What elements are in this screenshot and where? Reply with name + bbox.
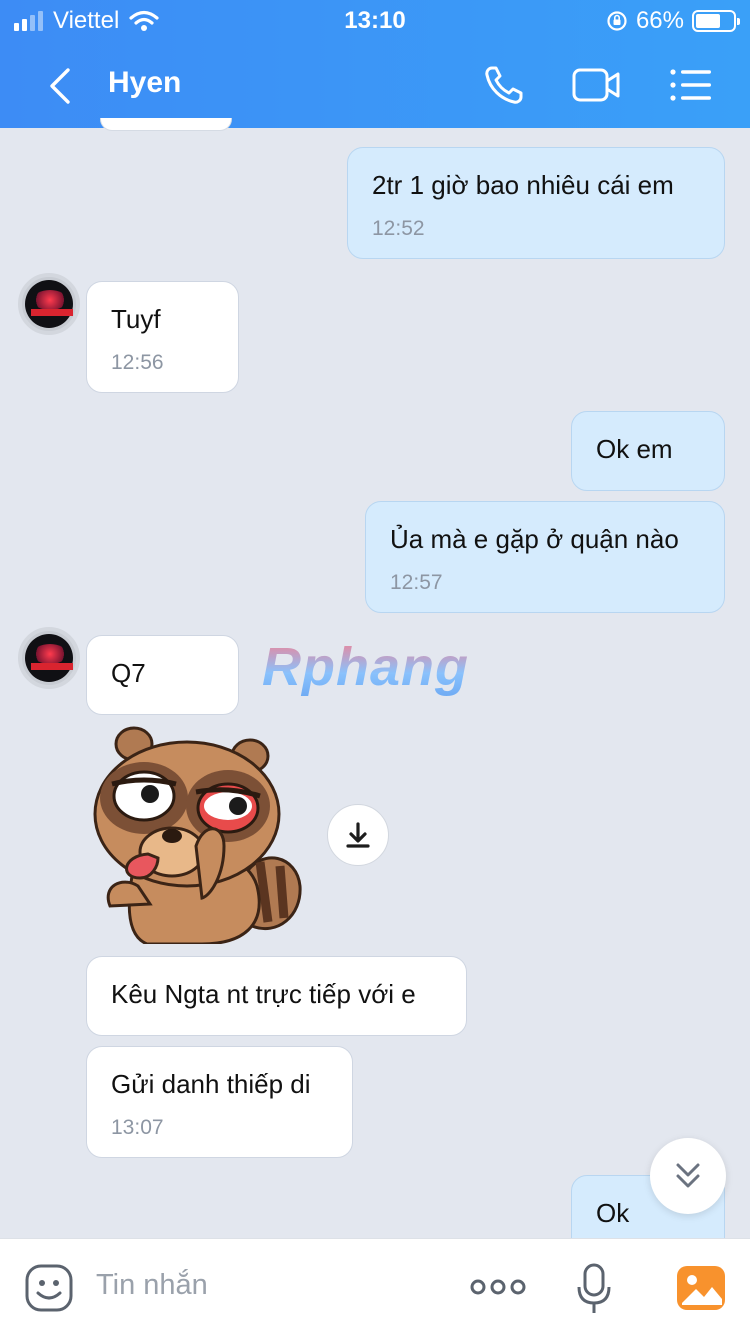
chat-header: Hyen bbox=[0, 42, 750, 128]
scroll-to-bottom-button[interactable] bbox=[650, 1138, 726, 1214]
watermark: Rphang bbox=[262, 637, 469, 697]
more-dots-icon[interactable] bbox=[470, 1275, 526, 1299]
status-right: 66% bbox=[606, 7, 740, 35]
top-bar: Viettel 13:10 66% Hyen bbox=[0, 0, 750, 128]
message-bubble[interactable]: 2tr 1 giờ bao nhiêu cái em 12:52 bbox=[347, 147, 725, 259]
message-input[interactable]: Tin nhắn bbox=[96, 1269, 208, 1302]
message-text: 2tr 1 giờ bao nhiêu cái em bbox=[372, 170, 674, 200]
battery-percent: 66% bbox=[635, 7, 684, 34]
message-bubble[interactable]: Ok em bbox=[571, 411, 725, 491]
message-text: Tuyf bbox=[111, 304, 161, 334]
photo-gallery-icon[interactable] bbox=[676, 1265, 726, 1311]
avatar[interactable] bbox=[18, 627, 80, 689]
battery-icon bbox=[692, 10, 740, 32]
message-bubble[interactable]: Q7 bbox=[86, 635, 239, 715]
message-time: 12:57 bbox=[390, 571, 443, 594]
message-bubble[interactable]: Kêu Ngta nt trực tiếp với e bbox=[86, 956, 467, 1036]
emoji-icon[interactable] bbox=[24, 1263, 74, 1313]
chat-title[interactable]: Hyen bbox=[108, 66, 181, 100]
microphone-icon[interactable] bbox=[574, 1261, 614, 1317]
tanuki-tongue-sticker[interactable] bbox=[92, 726, 304, 944]
avatar[interactable] bbox=[18, 273, 80, 335]
message-text: Ok em bbox=[596, 434, 673, 464]
composer-bar: Tin nhắn bbox=[0, 1238, 750, 1335]
status-bar: Viettel 13:10 66% bbox=[0, 0, 750, 42]
message-time: 12:56 bbox=[111, 351, 164, 374]
list-menu-icon[interactable] bbox=[666, 62, 718, 108]
message-text: Ủa mà e gặp ở quận nào bbox=[390, 524, 679, 554]
message-bubble[interactable]: Ủa mà e gặp ở quận nào 12:57 bbox=[365, 501, 725, 613]
message-bubble[interactable]: Gửi danh thiếp di 13:07 bbox=[86, 1046, 353, 1158]
chevron-left-icon[interactable] bbox=[40, 64, 80, 108]
message-bubble[interactable]: Tuyf 12:56 bbox=[86, 281, 239, 393]
partial-message-edge bbox=[100, 118, 232, 131]
message-text: Gửi danh thiếp di bbox=[111, 1069, 311, 1099]
double-chevron-down-icon bbox=[676, 1163, 700, 1188]
download-icon bbox=[346, 822, 370, 848]
download-button[interactable] bbox=[327, 804, 389, 866]
message-time: 12:52 bbox=[372, 217, 425, 240]
phone-icon[interactable] bbox=[480, 62, 532, 108]
message-text: Kêu Ngta nt trực tiếp với e bbox=[111, 979, 416, 1009]
message-text: Q7 bbox=[111, 658, 146, 688]
message-time: 13:07 bbox=[111, 1116, 164, 1139]
video-camera-icon[interactable] bbox=[570, 62, 622, 108]
rotation-lock-icon bbox=[607, 11, 627, 31]
